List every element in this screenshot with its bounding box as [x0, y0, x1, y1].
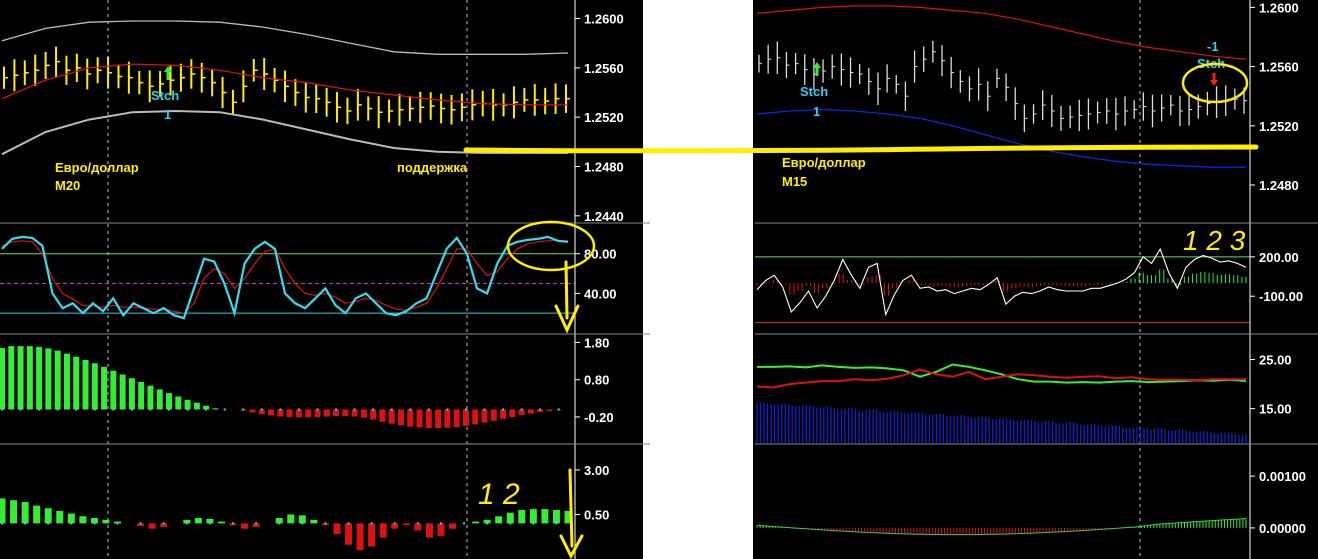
osc1-bar-zero-dot: [390, 408, 393, 411]
osc1-bar-zero-dot: [149, 408, 152, 411]
osc1-bar-zero-dot: [409, 408, 412, 411]
osc2-bar-zero-dot: [324, 522, 327, 525]
left.price-tick-label: 1.2440: [584, 209, 624, 224]
right.osc3-tick-label: 0.00000: [1259, 521, 1306, 536]
osc1-bar-zero-dot: [38, 408, 41, 411]
osc2-bar-zero-dot: [532, 522, 535, 525]
osc1-bar-zero-dot: [1, 408, 3, 411]
osc2-bar-zero-dot: [370, 522, 373, 525]
right.price-tick-label: 1.2520: [1259, 119, 1299, 134]
left-symbol-label: Евро/доллар: [55, 160, 139, 175]
osc2-bar-zero-dot: [393, 522, 396, 525]
osc1-bar-zero-dot: [464, 408, 467, 411]
osc2-bar-zero-dot: [555, 522, 558, 525]
left.price-tick-label: 1.2600: [584, 12, 624, 27]
osc1-bar-zero-dot: [260, 408, 263, 411]
osc1-bar-zero-dot: [372, 408, 375, 411]
right.dmi-tick-label: 15.00: [1259, 402, 1292, 417]
osc1-bar-zero-dot: [279, 408, 282, 411]
osc1-bar-zero-dot: [316, 408, 319, 411]
osc2-bar-zero-dot: [439, 522, 442, 525]
right-symbol-label: Евро/доллар: [782, 155, 866, 170]
osc2-bar-zero-dot: [301, 522, 304, 525]
osc1-bar-zero-dot: [242, 408, 245, 411]
right-stch-label: Stch: [800, 84, 828, 99]
right.cci-tick-label: 200.00: [1259, 250, 1299, 265]
osc1-bar-zero-dot: [427, 408, 430, 411]
osc2-bar-zero-dot: [463, 522, 466, 525]
right-timeframe-label: M15: [782, 174, 807, 189]
left-stch-number: 1: [164, 107, 171, 122]
osc1-bar-zero-dot: [557, 408, 560, 411]
osc1-bar-zero-dot: [112, 408, 115, 411]
chart-canvas: 1.2600 1.2560 1.2520 1.2480 1.2440 80.00 40.00…: [0, 0, 1318, 559]
right-stch2-number: -1: [1207, 39, 1219, 54]
osc1-bar-zero-dot: [223, 408, 226, 411]
osc1-bar-zero-dot: [19, 408, 22, 411]
left-timeframe-label: M20: [55, 178, 80, 193]
osc2-bar-zero-dot: [70, 522, 73, 525]
osc2-bar-zero-dot: [416, 522, 419, 525]
osc1-bar-zero-dot: [186, 408, 189, 411]
left-support-label: поддержка: [397, 160, 468, 175]
osc2-bar-zero-dot: [93, 522, 96, 525]
osc2-bar-zero-dot: [255, 522, 258, 525]
osc2-bar-zero-dot: [278, 522, 281, 525]
cci-annotation-text: 1 2 3: [1183, 225, 1246, 256]
osc1-bar-zero-dot: [297, 408, 300, 411]
osc1-bar-zero-dot: [75, 408, 78, 411]
osc2-bar-zero-dot: [1, 522, 3, 525]
osc1-bar-zero-dot: [130, 408, 133, 411]
right.price-tick-label: 1.2480: [1259, 178, 1299, 193]
osc1-bar-zero-dot: [502, 408, 505, 411]
right-stch-number: 1: [813, 104, 820, 119]
left.osc2-tick-label: 0.50: [584, 507, 609, 522]
osc2-bar-zero-dot: [47, 522, 50, 525]
osc2-bar-zero-dot: [208, 522, 211, 525]
right.price-tick-label: 1.2600: [1259, 0, 1299, 15]
osc1-bar-zero-dot: [93, 408, 96, 411]
right.osc3-tick-label: 0.00100: [1259, 469, 1306, 484]
osc1-bar-zero-dot: [520, 408, 523, 411]
left.osc1-tick-label: -0.20: [584, 410, 614, 425]
left.osc1-tick-label: 0.80: [584, 373, 609, 388]
osc1-bar-zero-dot: [168, 408, 171, 411]
right.price-tick-label: 1.2560: [1259, 60, 1299, 75]
gap-background: [643, 0, 753, 559]
osc-annotation-text: 1 2: [478, 478, 520, 511]
osc2-bar-zero-dot: [509, 522, 512, 525]
left.stoch-tick-label: 80.00: [584, 247, 617, 262]
left.price-tick-label: 1.2480: [584, 160, 624, 175]
osc1-bar-zero-dot: [205, 408, 208, 411]
left.price-tick-label: 1.2560: [584, 61, 624, 76]
osc1-bar-zero-dot: [539, 408, 542, 411]
osc2-bar-zero-dot: [139, 522, 142, 525]
left.stoch-tick-label: 40.00: [584, 286, 617, 301]
left-chart-background: [0, 0, 643, 559]
osc2-bar-zero-dot: [185, 522, 188, 525]
osc2-bar-zero-dot: [486, 522, 489, 525]
osc2-bar-zero-dot: [116, 522, 119, 525]
osc2-bar-zero-dot: [232, 522, 235, 525]
osc1-bar-zero-dot: [56, 408, 59, 411]
right.dmi-tick-label: 25.00: [1259, 353, 1292, 368]
left.osc2-tick-label: 3.00: [584, 463, 609, 478]
osc1-bar-zero-dot: [483, 408, 486, 411]
left.osc1-tick-label: 1.80: [584, 335, 609, 350]
osc2-bar-zero-dot: [24, 522, 27, 525]
osc2-bar-zero-dot: [162, 522, 165, 525]
osc1-bar-zero-dot: [335, 408, 338, 411]
osc1-bar-zero-dot: [353, 408, 356, 411]
left-stch-label: Stch: [151, 88, 179, 103]
right.cci-tick-label: -100.00: [1259, 289, 1303, 304]
left.price-tick-label: 1.2520: [584, 110, 624, 125]
osc1-bar-zero-dot: [446, 408, 449, 411]
osc2-bar-zero-dot: [347, 522, 350, 525]
